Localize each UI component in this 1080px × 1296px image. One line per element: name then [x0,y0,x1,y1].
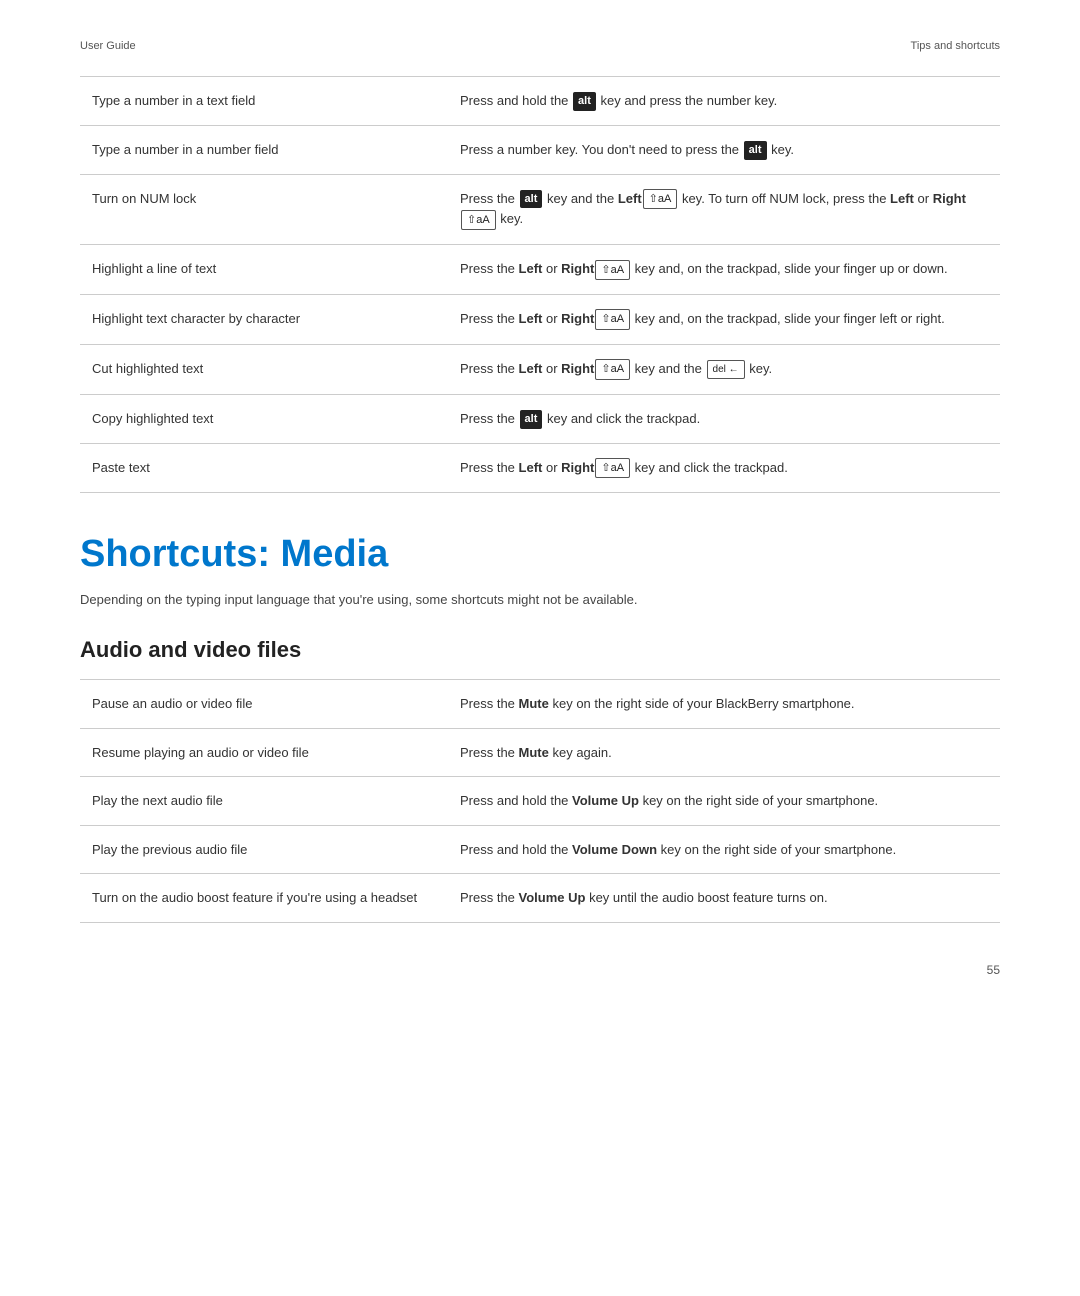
table-row: Cut highlighted text Press the Left or R… [80,344,1000,394]
instruction-cell: Press the Left or Right⇧aA key and, on t… [448,295,1000,345]
action-cell: Highlight a line of text [80,245,448,295]
page-number: 55 [80,963,1000,977]
table-row: Play the next audio file Press and hold … [80,777,1000,826]
instruction-cell: Press the alt key and the Left⇧aA key. T… [448,174,1000,245]
table-row: Play the previous audio file Press and h… [80,825,1000,874]
table-row: Pause an audio or video file Press the M… [80,680,1000,729]
action-cell: Play the previous audio file [80,825,448,874]
instruction-cell: Press the Volume Up key until the audio … [448,874,1000,923]
page-header: User Guide Tips and shortcuts [80,40,1000,52]
action-cell: Copy highlighted text [80,394,448,443]
instruction-cell: Press the Mute key on the right side of … [448,680,1000,729]
header-right: Tips and shortcuts [911,40,1000,52]
instruction-cell: Press the Left or Right⇧aA key and the d… [448,344,1000,394]
table-row: Copy highlighted text Press the alt key … [80,394,1000,443]
action-cell: Highlight text character by character [80,295,448,345]
table-row: Resume playing an audio or video file Pr… [80,728,1000,777]
action-cell: Resume playing an audio or video file [80,728,448,777]
action-cell: Pause an audio or video file [80,680,448,729]
table-row: Highlight a line of text Press the Left … [80,245,1000,295]
instruction-cell: Press a number key. You don't need to pr… [448,125,1000,174]
table-row: Highlight text character by character Pr… [80,295,1000,345]
instruction-cell: Press and hold the Volume Down key on th… [448,825,1000,874]
header-left: User Guide [80,40,136,52]
table-row: Turn on the audio boost feature if you'r… [80,874,1000,923]
table-row: Type a number in a number field Press a … [80,125,1000,174]
section-description: Depending on the typing input language t… [80,592,1000,607]
action-cell: Turn on NUM lock [80,174,448,245]
subsection-title: Audio and video files [80,637,1000,663]
instruction-cell: Press the Left or Right⇧aA key and click… [448,443,1000,493]
action-cell: Type a number in a text field [80,77,448,126]
instruction-cell: Press the alt key and click the trackpad… [448,394,1000,443]
table-row: Turn on NUM lock Press the alt key and t… [80,174,1000,245]
shortcuts-table-media: Pause an audio or video file Press the M… [80,679,1000,923]
table-row: Type a number in a text field Press and … [80,77,1000,126]
action-cell: Cut highlighted text [80,344,448,394]
action-cell: Turn on the audio boost feature if you'r… [80,874,448,923]
instruction-cell: Press and hold the Volume Up key on the … [448,777,1000,826]
section-title: Shortcuts: Media [80,533,1000,576]
action-cell: Type a number in a number field [80,125,448,174]
action-cell: Paste text [80,443,448,493]
instruction-cell: Press the Mute key again. [448,728,1000,777]
instruction-cell: Press and hold the alt key and press the… [448,77,1000,126]
instruction-cell: Press the Left or Right⇧aA key and, on t… [448,245,1000,295]
shortcuts-table-top: Type a number in a text field Press and … [80,76,1000,493]
action-cell: Play the next audio file [80,777,448,826]
table-row: Paste text Press the Left or Right⇧aA ke… [80,443,1000,493]
